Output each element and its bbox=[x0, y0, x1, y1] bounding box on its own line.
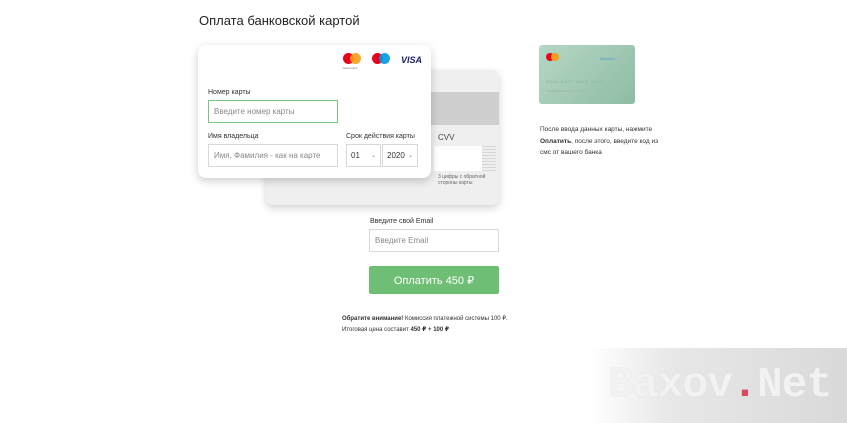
chevron-down-icon: ⌄ bbox=[407, 153, 413, 159]
expiry-month-value: 01 bbox=[351, 151, 360, 160]
card-name-line bbox=[546, 90, 586, 92]
cvv-input[interactable] bbox=[434, 146, 482, 171]
mastercard-icon bbox=[343, 53, 361, 64]
notice-total: 450 ₽ + 100 ₽ bbox=[410, 327, 450, 333]
pay-button[interactable]: Оплатить 450 ₽ bbox=[369, 266, 499, 294]
notice-bold: Обратите внимание! bbox=[342, 316, 404, 322]
signature-strip bbox=[482, 146, 496, 171]
page-title: Оплата банковской картой bbox=[199, 13, 360, 28]
watermark-logo: Baxov.Net bbox=[608, 360, 832, 409]
email-input[interactable]: Введите Email bbox=[369, 229, 499, 252]
expiry-year-select[interactable]: 2020 ⌄ bbox=[382, 144, 418, 167]
holder-placeholder: Имя, Фамилия - как на карте bbox=[214, 151, 321, 160]
card-brand-text: Maestro bbox=[600, 56, 615, 61]
info-text: После ввода данных карты, нажмите Оплати… bbox=[540, 124, 660, 159]
mastercard-caption: mastercard bbox=[342, 66, 358, 70]
cvv-label: CVV bbox=[438, 133, 455, 142]
visa-logo: VISA bbox=[401, 55, 423, 65]
expiry-month-select[interactable]: 01 ⌄ bbox=[346, 144, 381, 167]
info-before: После ввода данных карты, нажмите bbox=[540, 126, 653, 133]
card-number-input[interactable]: Введите номер карты bbox=[208, 100, 338, 123]
email-label: Введите свой Email bbox=[370, 218, 434, 225]
holder-input[interactable]: Имя, Фамилия - как на карте bbox=[208, 144, 338, 167]
email-placeholder: Введите Email bbox=[375, 236, 429, 245]
card-front: mastercard VISA Номер карты Введите номе… bbox=[198, 45, 431, 178]
sample-card-image: Maestro 5845 6487 1875 1475 bbox=[539, 45, 635, 104]
chevron-down-icon: ⌄ bbox=[370, 153, 376, 159]
card-number-placeholder: Введите номер карты bbox=[214, 107, 295, 116]
commission-notice: Обратите внимание! Комиссия платежной си… bbox=[342, 314, 512, 336]
maestro-icon bbox=[372, 53, 390, 64]
card-number-label: Номер карты bbox=[208, 89, 251, 96]
cvv-hint: 3 цифры с обратной стороны карты bbox=[438, 174, 486, 186]
card-digits: 5845 6487 1875 1475 bbox=[546, 79, 604, 84]
mastercard-icon bbox=[546, 53, 559, 61]
info-bold: Оплатить bbox=[540, 137, 572, 145]
holder-label: Имя владельца bbox=[208, 133, 259, 140]
expiry-year-value: 2020 bbox=[387, 151, 405, 160]
expiry-label: Срок действия карты bbox=[346, 133, 415, 140]
